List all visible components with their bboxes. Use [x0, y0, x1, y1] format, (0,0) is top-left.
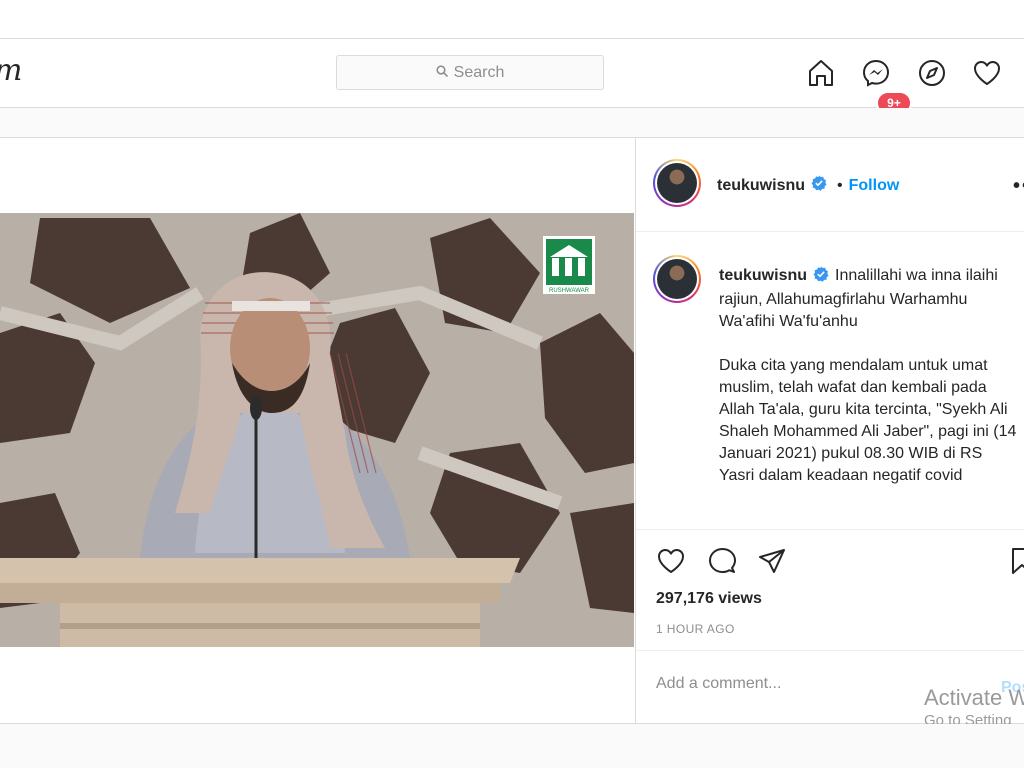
caption-avatar[interactable]	[653, 255, 701, 303]
search-box[interactable]: Search	[336, 55, 604, 90]
explore-compass-icon[interactable]	[916, 57, 948, 89]
post-header: teukuwisnu • Follow ••	[636, 138, 1024, 232]
share-paper-plane-icon[interactable]	[756, 545, 788, 577]
post-caption: teukuwisnu Innalillahi wa inna ilaihi raj…	[719, 265, 1019, 487]
verified-badge-icon	[813, 266, 829, 289]
messenger-icon[interactable]	[860, 57, 892, 89]
separator-dot: •	[837, 176, 843, 194]
post-timestamp[interactable]: 1 HOUR AGO	[656, 622, 735, 636]
caption-text-2: Duka cita yang mendalam untuk umat musli…	[719, 357, 1017, 484]
page-gap	[0, 108, 1024, 138]
author-username[interactable]: teukuwisnu	[717, 177, 805, 195]
follow-button[interactable]: Follow	[849, 177, 900, 195]
watermark-line-1: Activate W	[924, 685, 1024, 710]
author-avatar[interactable]	[653, 159, 701, 207]
svg-text:RUSHWAWAR: RUSHWAWAR	[549, 288, 590, 294]
like-heart-icon[interactable]	[655, 545, 687, 577]
view-count[interactable]: 297,176 views	[656, 590, 762, 608]
page-bottom	[0, 724, 1024, 768]
caption-username[interactable]: teukuwisnu	[719, 267, 807, 284]
video-frame-illustration: RUSHWAWAR	[0, 213, 634, 647]
post-actions: 297,176 views 1 HOUR AGO	[636, 529, 1024, 651]
top-nav-bar: m Search 9+	[0, 39, 1024, 115]
media-column: RUSHWAWAR	[0, 138, 635, 723]
browser-top-strip	[0, 0, 1024, 39]
more-options-icon[interactable]: ••	[1013, 175, 1024, 198]
post-video[interactable]: RUSHWAWAR	[0, 213, 634, 647]
activity-heart-icon[interactable]	[971, 57, 1003, 89]
post-sidebar: teukuwisnu • Follow •• teukuwisnuInnalil…	[635, 138, 1024, 723]
verified-badge-icon	[811, 175, 827, 196]
post-card: RUSHWAWAR teukuwisnu • Follow • teukuwis…	[0, 138, 1024, 724]
comment-bubble-icon[interactable]	[706, 545, 738, 577]
search-placeholder: Search	[453, 63, 505, 81]
search-icon	[436, 64, 448, 82]
instagram-logo[interactable]: m	[0, 53, 22, 88]
comment-input[interactable]	[656, 675, 936, 693]
home-icon[interactable]	[805, 57, 837, 89]
save-bookmark-icon[interactable]	[1006, 545, 1024, 577]
caption-area: teukuwisnu Innalillahi wa inna ilaihi raj…	[636, 232, 1024, 528]
